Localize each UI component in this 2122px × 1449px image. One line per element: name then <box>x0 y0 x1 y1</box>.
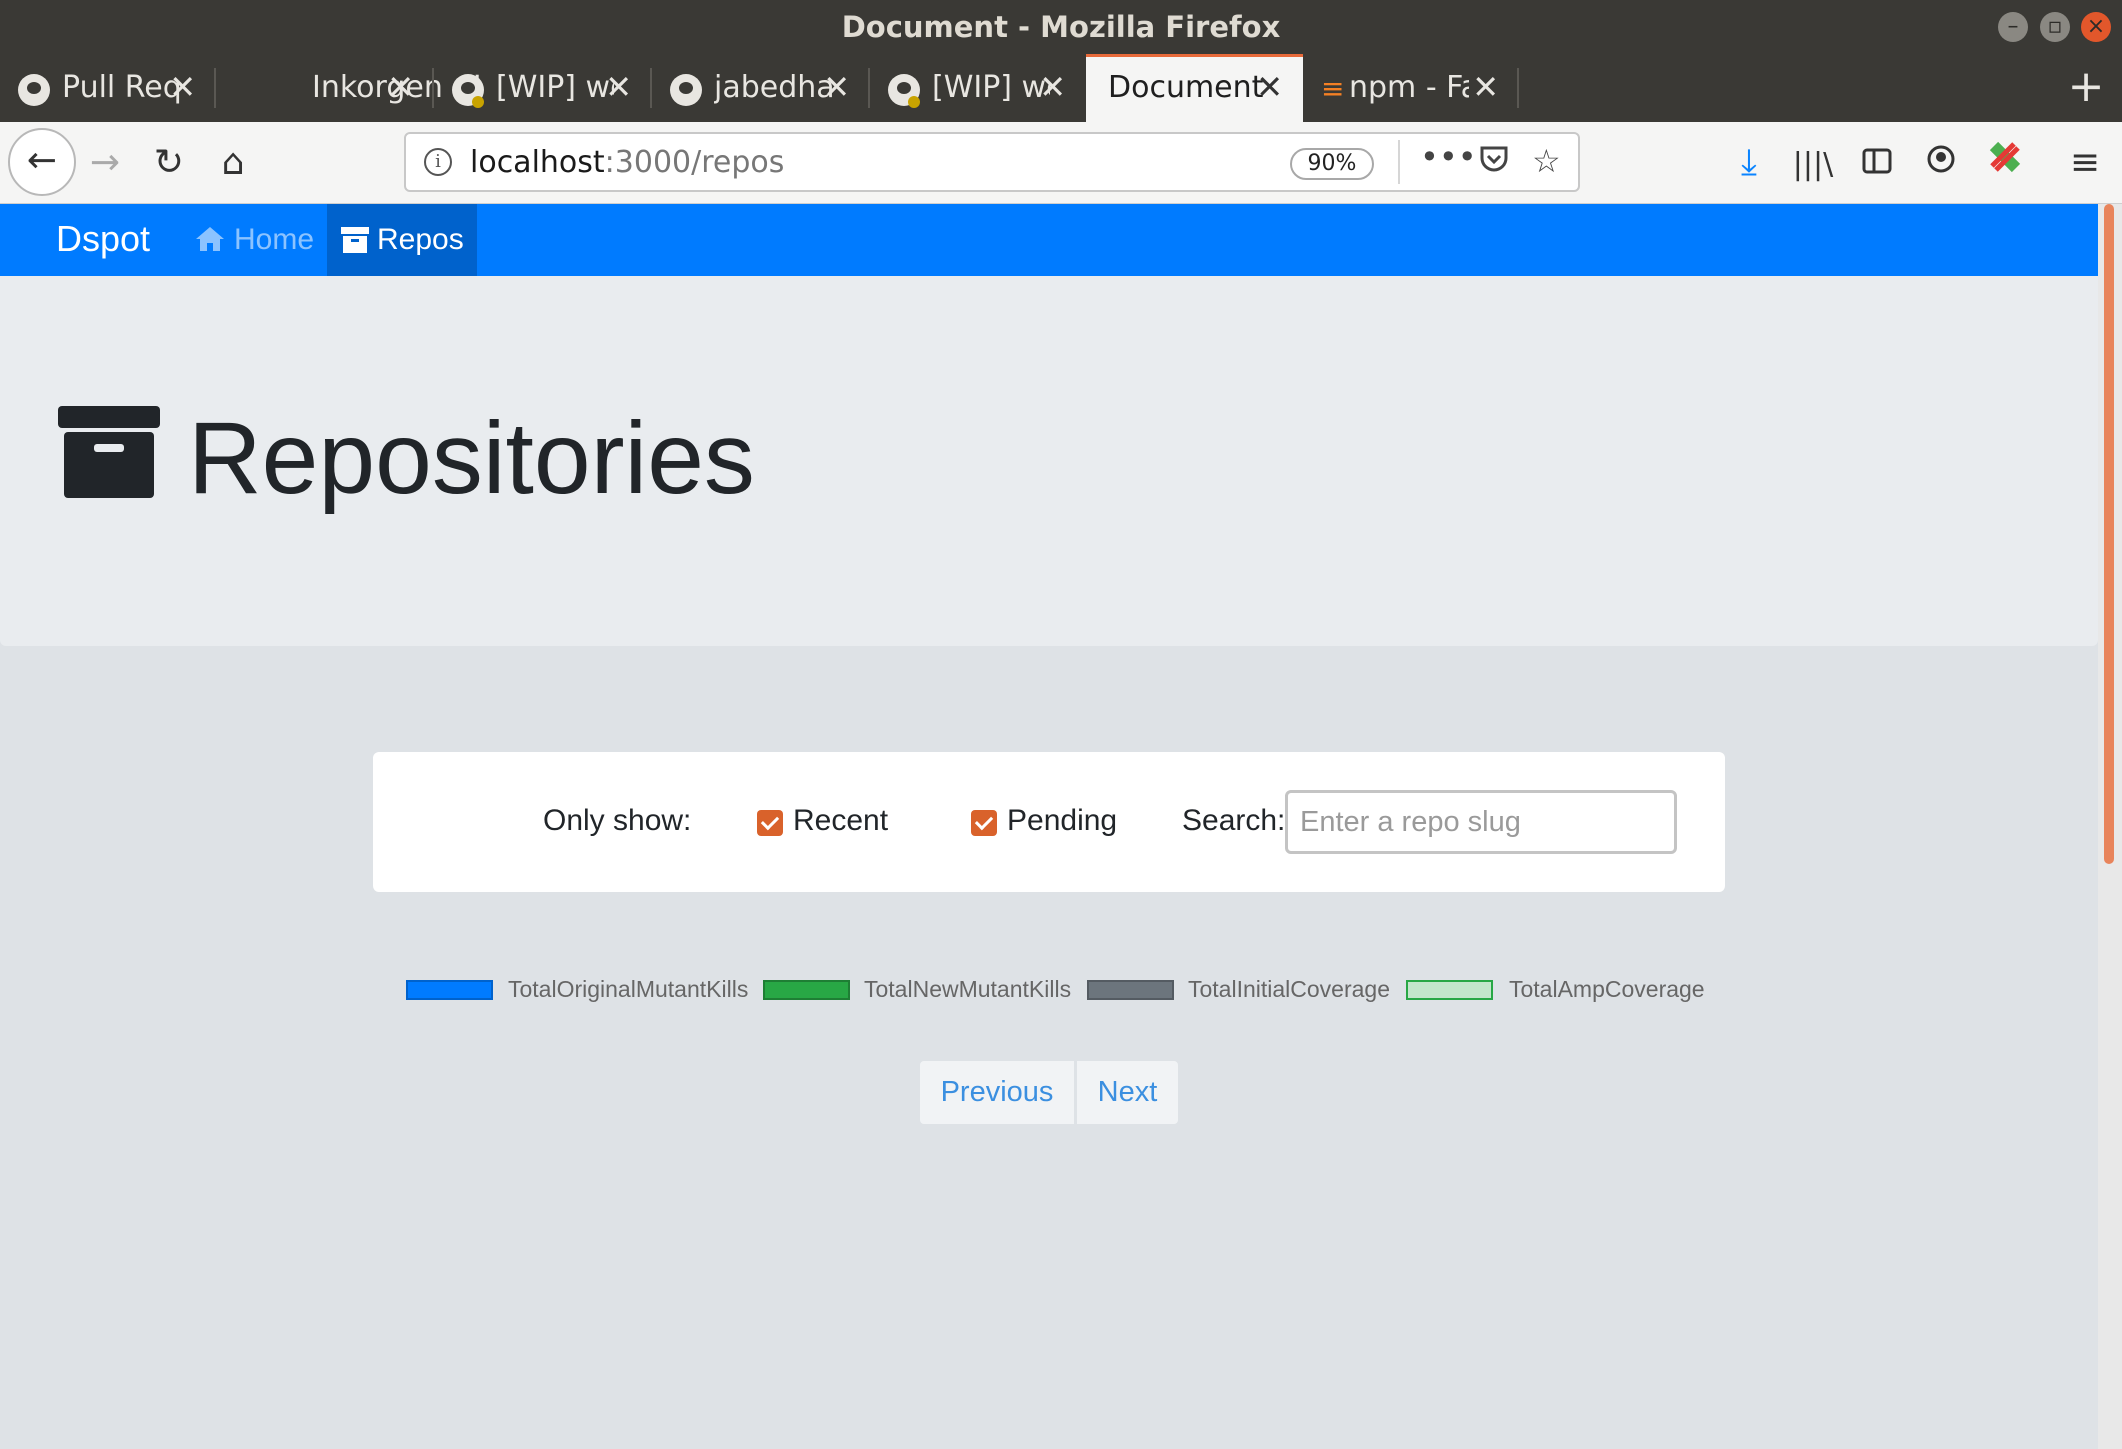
sidebar-icon <box>1862 142 1892 183</box>
notification-dot-icon <box>472 96 484 108</box>
hamburger-menu-icon: ≡ <box>2069 142 2101 183</box>
forward-arrow-icon: → <box>89 142 121 183</box>
nav-repos-link[interactable]: Repos <box>327 204 477 276</box>
account-button[interactable] <box>1914 136 1968 190</box>
filter-card: Only show: Recent Pending Search: <box>373 752 1725 892</box>
minimize-icon: – <box>2007 14 2019 39</box>
extension-icon <box>1988 141 2022 183</box>
home-button[interactable]: ⌂ <box>206 136 260 190</box>
scrollbar-thumb[interactable] <box>2104 204 2114 864</box>
tab-pull-requests[interactable]: Pull Requests ✕ <box>0 54 216 122</box>
github-icon <box>670 74 702 106</box>
tab-label: [WIP] webint <box>932 70 1050 105</box>
legend-swatch <box>1406 980 1493 1000</box>
downloads-button[interactable]: ⤓ <box>1722 136 1776 190</box>
url-text[interactable]: localhost:3000/repos <box>470 145 784 180</box>
tab-document[interactable]: Document ✕ <box>1086 54 1303 122</box>
tab-close-icon[interactable]: ✕ <box>1039 68 1066 106</box>
bookmark-star-icon[interactable]: ☆ <box>1532 142 1561 180</box>
page-title: Repositories <box>188 401 755 515</box>
page-actions-icon[interactable]: ••• <box>1420 138 1477 176</box>
tab-npm-failed[interactable]: ≡ npm - Failed ✕ <box>1303 54 1519 122</box>
tab-close-icon[interactable]: ✕ <box>169 68 196 106</box>
minimize-button[interactable]: – <box>1998 12 2028 42</box>
tab-close-icon[interactable]: ✕ <box>387 68 414 106</box>
extension-button[interactable] <box>1978 136 2032 190</box>
pending-label[interactable]: Pending <box>1007 804 1117 838</box>
tab-label: Pull Requests <box>62 70 180 105</box>
app-navbar: Dspot Home Repos <box>0 204 2098 276</box>
nav-home-link[interactable]: Home <box>194 204 314 276</box>
sidebar-button[interactable] <box>1850 136 1904 190</box>
library-icon: |||\ <box>1792 147 1834 182</box>
window-title: Document - Mozilla Firefox <box>841 10 1281 44</box>
close-window-button[interactable]: × <box>2081 12 2111 42</box>
maximize-button[interactable]: ▫ <box>2040 12 2070 42</box>
github-icon <box>18 74 50 106</box>
tab-label: Document <box>1108 70 1264 105</box>
nav-repos-label: Repos <box>377 223 464 256</box>
forward-button[interactable]: → <box>78 136 132 190</box>
download-icon: ⤓ <box>1741 142 1757 183</box>
reload-icon: ↻ <box>153 142 185 183</box>
only-show-label: Only show: <box>543 804 692 837</box>
home-icon: ⌂ <box>221 142 245 183</box>
tab-label: [WIP] webint <box>496 70 614 105</box>
menu-button[interactable]: ≡ <box>2058 136 2112 190</box>
pocket-icon[interactable] <box>1478 142 1510 182</box>
reload-button[interactable]: ↻ <box>142 136 196 190</box>
maximize-icon: ▫ <box>2047 14 2063 39</box>
pending-checkbox[interactable] <box>971 810 997 836</box>
tab-close-icon[interactable]: ✕ <box>1256 68 1283 106</box>
close-icon: × <box>2086 14 2106 39</box>
tab-strip: Pull Requests ✕ Inkorgen - Light- ✕ [WIP… <box>0 54 2122 122</box>
tab-jabedhasan[interactable]: jabedhasan2 ✕ <box>652 54 870 122</box>
search-input[interactable] <box>1285 790 1677 854</box>
next-button[interactable]: Next <box>1076 1060 1179 1125</box>
home-icon <box>196 227 224 251</box>
tab-close-icon[interactable]: ✕ <box>605 68 632 106</box>
tab-close-icon[interactable]: ✕ <box>1472 68 1499 106</box>
archive-icon <box>341 227 369 253</box>
legend-swatch <box>763 980 850 1000</box>
window-titlebar: Document - Mozilla Firefox – ▫ × <box>0 0 2122 54</box>
back-button[interactable]: ← <box>8 128 76 196</box>
search-label: Search: <box>1182 804 1286 837</box>
nav-home-label: Home <box>234 223 315 256</box>
legend-swatch <box>406 980 493 1000</box>
library-button[interactable]: |||\ <box>1786 136 1840 190</box>
recent-label[interactable]: Recent <box>793 804 888 838</box>
tab-label: jabedhasan2 <box>714 70 832 105</box>
tab-wip-webint-2[interactable]: [WIP] webint ✕ <box>870 54 1086 122</box>
zoom-level-badge[interactable]: 90% <box>1290 148 1374 180</box>
legend-swatch <box>1087 980 1174 1000</box>
new-tab-button[interactable]: + <box>2056 62 2116 114</box>
previous-button[interactable]: Previous <box>919 1060 1075 1125</box>
notification-dot-icon <box>908 96 920 108</box>
page-scrollbar[interactable] <box>2098 204 2122 1449</box>
stackoverflow-icon: ≡ <box>1321 72 1345 105</box>
back-arrow-icon: ← <box>26 140 58 181</box>
info-icon[interactable]: i <box>424 148 452 176</box>
url-bar[interactable]: i localhost:3000/repos 90% ••• ☆ <box>404 132 1580 192</box>
browser-toolbar: ← → ↻ ⌂ i localhost:3000/repos 90% ••• ☆… <box>0 122 2122 204</box>
tab-inkorgen[interactable]: Inkorgen - Light- ✕ <box>216 54 482 122</box>
page-header: Repositories <box>0 276 2098 646</box>
tab-close-icon[interactable]: ✕ <box>823 68 850 106</box>
recent-checkbox[interactable] <box>757 810 783 836</box>
tab-wip-webint-1[interactable]: [WIP] webint ✕ <box>434 54 652 122</box>
archive-icon <box>58 406 160 498</box>
account-icon <box>1926 142 1956 183</box>
tab-label: npm - Failed <box>1349 70 1469 105</box>
brand[interactable]: Dspot <box>56 218 150 260</box>
